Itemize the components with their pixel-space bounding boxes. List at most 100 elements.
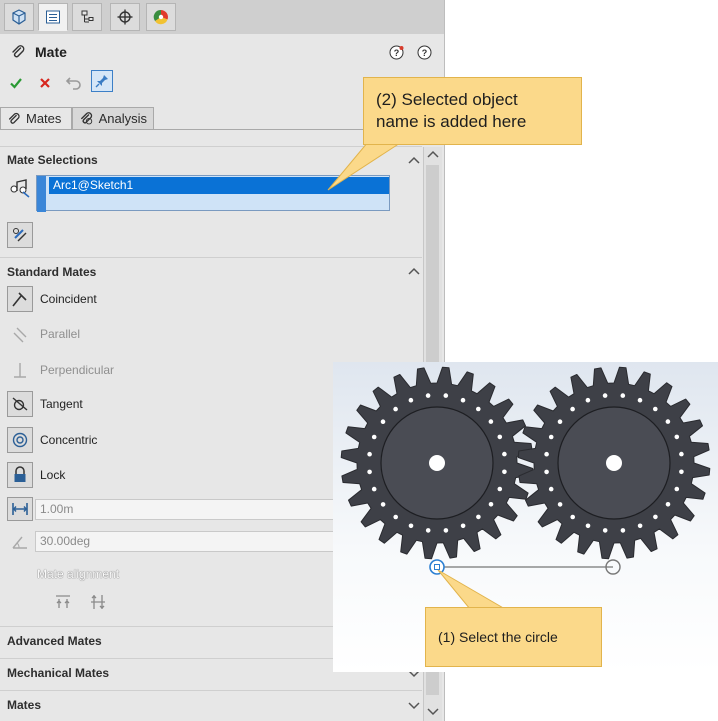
gear-bore	[429, 455, 445, 471]
tab-mates-label: Mates	[26, 111, 62, 126]
gear-hole	[570, 406, 575, 412]
tangent-button[interactable]: Tangent	[7, 391, 83, 417]
gear-hole	[502, 451, 507, 457]
gear-hole	[443, 528, 449, 533]
cancel-x-icon[interactable]	[38, 76, 52, 90]
multiple-mate-mode-button[interactable]	[7, 222, 33, 248]
undo-icon[interactable]	[65, 74, 83, 90]
mechanical-mates-title[interactable]: Mechanical Mates	[7, 666, 109, 680]
callout-selected-object: (2) Selected object name is added here	[363, 77, 582, 145]
advanced-mates-title[interactable]: Advanced Mates	[7, 634, 102, 648]
gear-hole	[620, 393, 626, 398]
gear-hole	[460, 397, 466, 403]
gear-hole	[544, 469, 549, 475]
gear-bore	[606, 455, 622, 471]
chevron-up-icon[interactable]	[407, 266, 421, 276]
gear-hole	[548, 434, 554, 440]
color-wheel-icon	[153, 9, 168, 25]
tab-mates[interactable]: Mates	[0, 107, 72, 129]
mate-selections-title: Mate Selections	[7, 153, 98, 167]
gear-hole	[557, 502, 563, 507]
perpendicular-icon	[7, 357, 33, 383]
parallel-icon	[7, 321, 33, 347]
standard-mates-title: Standard Mates	[7, 265, 97, 279]
aligned-icon	[56, 595, 70, 608]
gear-hole	[544, 451, 549, 457]
scroll-down-arrow-icon[interactable]	[424, 705, 442, 719]
gear-hole	[408, 397, 414, 403]
svg-text:?: ?	[422, 48, 428, 58]
gear-hole	[602, 528, 608, 533]
question-icon[interactable]: ?	[417, 45, 432, 60]
gear-hole	[637, 523, 643, 529]
gear-left[interactable]	[340, 366, 534, 560]
perpendicular-button[interactable]: Perpendicular	[7, 357, 114, 383]
gear-right[interactable]	[517, 366, 711, 560]
mate-alignment-label: Mate alignment	[37, 567, 120, 581]
selection-color-marker	[37, 176, 46, 212]
gear-hole	[497, 486, 503, 492]
distance-mate-button[interactable]	[7, 497, 33, 521]
gear-hole	[602, 393, 608, 398]
lock-label: Lock	[40, 468, 66, 482]
coincident-icon	[7, 286, 33, 312]
anti-aligned-icon	[91, 595, 105, 609]
lock-button[interactable]: Lock	[7, 462, 65, 488]
gear-hole	[653, 514, 658, 520]
feature-manager-tab[interactable]	[4, 3, 34, 31]
angle-mate-button[interactable]	[10, 533, 30, 551]
pushpin-icon[interactable]	[91, 70, 113, 92]
anti-aligned-button[interactable]	[89, 593, 107, 611]
perpendicular-label: Perpendicular	[40, 363, 115, 377]
gear-hole	[380, 502, 386, 507]
parallel-button[interactable]: Parallel	[7, 321, 80, 347]
concentric-label: Concentric	[40, 433, 98, 447]
gear-hole	[425, 393, 431, 398]
gear-hole	[557, 419, 563, 424]
mates-list-title[interactable]: Mates	[7, 698, 41, 712]
gear-hole	[620, 528, 626, 533]
property-manager-icon	[46, 10, 60, 24]
aligned-button[interactable]	[54, 593, 72, 611]
gear-hole	[488, 502, 494, 507]
gear-hole	[653, 406, 658, 412]
gear-hole	[488, 419, 494, 424]
gear-hole	[679, 451, 684, 457]
svg-text:?: ?	[394, 48, 400, 58]
ok-check-icon[interactable]	[9, 76, 23, 90]
cube-icon	[12, 9, 26, 25]
callout-selected-object-text: (2) Selected object name is added here	[376, 90, 527, 131]
concentric-icon	[7, 427, 33, 453]
gear-hole	[679, 469, 684, 475]
entities-to-mate-icon	[9, 178, 31, 198]
configuration-manager-tab[interactable]	[72, 3, 102, 31]
distance-icon	[12, 503, 28, 515]
configuration-icon	[81, 10, 94, 23]
gear-hole	[674, 486, 680, 492]
distance-field[interactable]: 1.00m	[35, 499, 335, 520]
concentric-button[interactable]: Concentric	[7, 427, 97, 453]
gear-hole	[380, 419, 386, 424]
gear-hole	[443, 393, 449, 398]
chevron-down-icon[interactable]	[407, 700, 421, 710]
gear-hole	[665, 502, 671, 507]
gear-hole	[548, 486, 554, 492]
property-manager-tab[interactable]	[38, 3, 68, 31]
multi-mate-icon	[13, 228, 27, 242]
gear-hole	[393, 514, 398, 520]
display-manager-tab[interactable]	[146, 3, 176, 31]
tab-analysis-label: Analysis	[98, 111, 147, 126]
coincident-button[interactable]: Coincident	[7, 286, 97, 312]
gear-hole	[502, 469, 507, 475]
tab-analysis[interactable]: Analysis	[72, 107, 154, 129]
angle-field[interactable]: 30.00deg	[35, 531, 335, 552]
gear-hole	[476, 514, 481, 520]
gear-hole	[476, 406, 481, 412]
section-divider	[0, 257, 422, 258]
help-icon[interactable]: ?	[389, 45, 404, 60]
dimxpert-tab[interactable]	[110, 3, 140, 31]
gear-hole	[367, 451, 372, 457]
page-title: Mate	[35, 44, 67, 60]
gear-hole	[665, 419, 671, 424]
gear-hole	[585, 523, 591, 529]
